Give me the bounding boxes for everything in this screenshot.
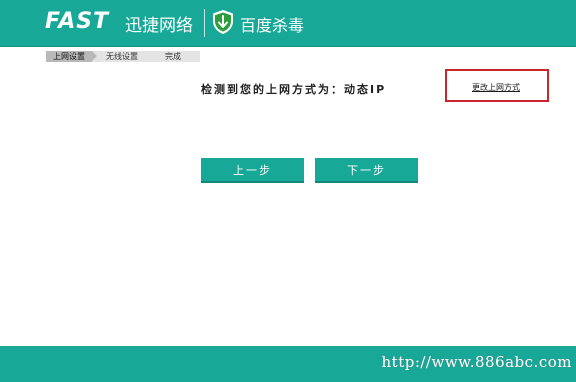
watermark-url: http://www.886abc.com xyxy=(381,353,572,371)
previous-step-button[interactable]: 上一步 xyxy=(201,158,304,183)
header-divider xyxy=(204,9,205,37)
brand-name: 迅捷网络 xyxy=(125,16,193,36)
step-wireless-settings: 无线设置 xyxy=(106,52,138,61)
top-header: FAST 迅捷网络 百度杀毒 xyxy=(0,0,576,47)
step-internet-settings: 上网设置 xyxy=(46,51,92,62)
step-arrow-icon xyxy=(92,51,97,61)
next-step-button[interactable]: 下一步 xyxy=(315,158,418,183)
change-connection-type-link[interactable]: 更改上网方式 xyxy=(472,82,520,93)
detection-result-text: 检测到您的上网方式为：动态IP xyxy=(201,83,387,96)
antivirus-brand: 百度杀毒 xyxy=(240,16,305,35)
shield-check-icon xyxy=(213,10,233,34)
fast-logo: FAST xyxy=(45,9,110,34)
wizard-steps: 上网设置 无线设置 完成 xyxy=(46,51,200,62)
step-finish: 完成 xyxy=(165,52,181,61)
